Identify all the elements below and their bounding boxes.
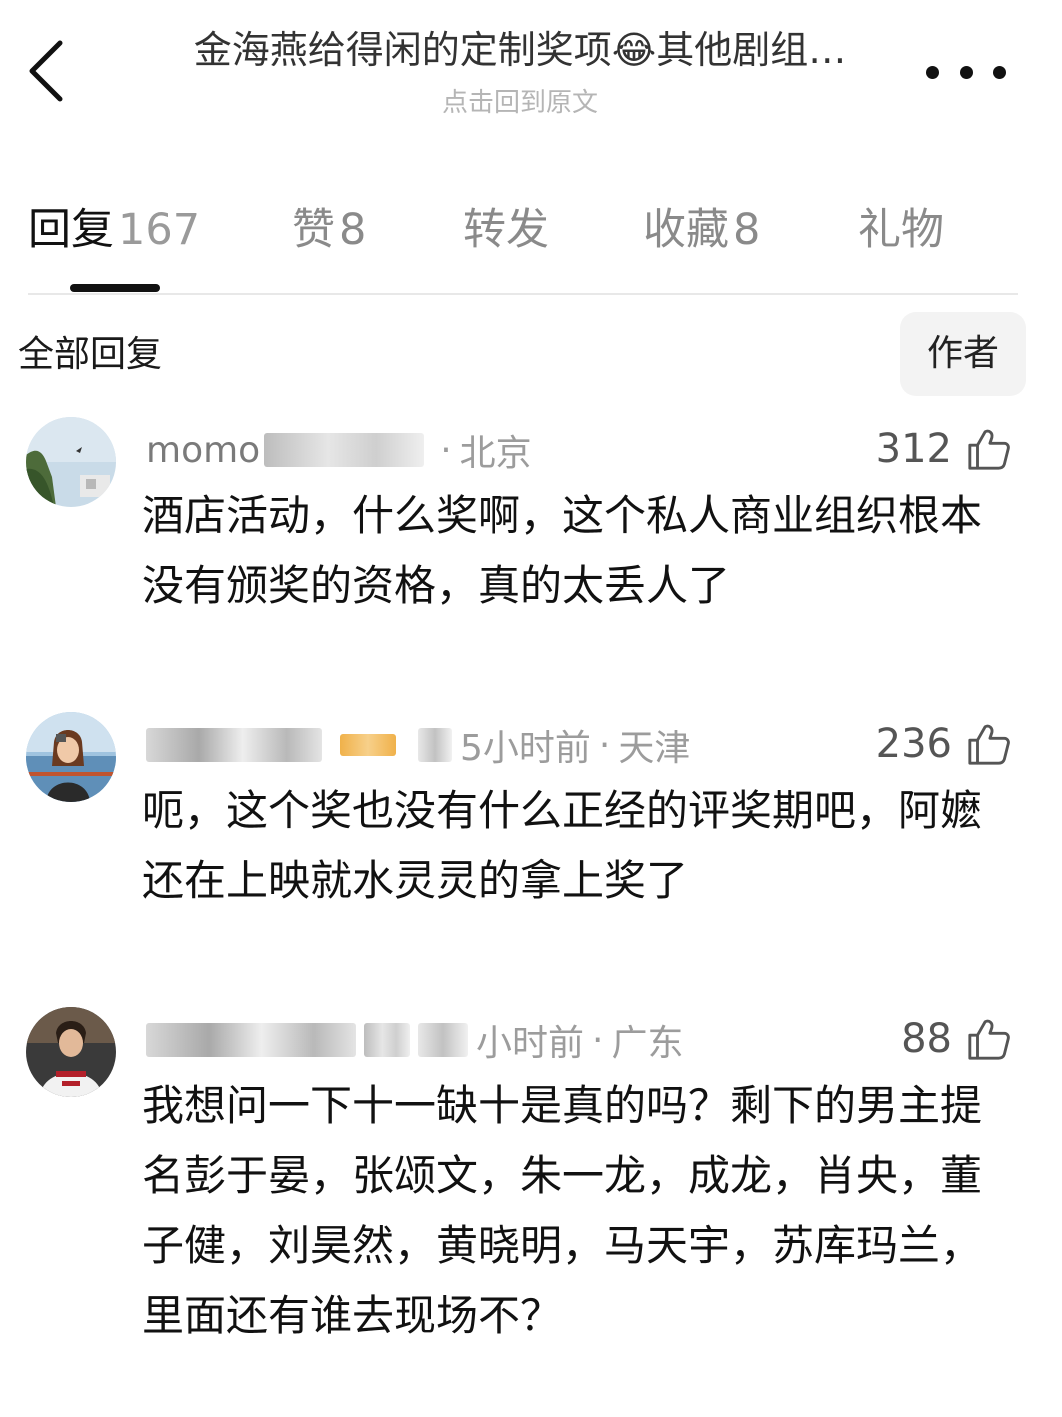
username[interactable]: momo xyxy=(146,430,260,471)
like-button[interactable]: 236 xyxy=(876,714,1012,774)
comment-location: 广东 xyxy=(611,1023,684,1064)
more-dot-icon xyxy=(959,65,973,79)
back-button[interactable] xyxy=(18,36,74,106)
thumbs-up-icon xyxy=(968,724,1010,765)
tab-favorites[interactable]: 收藏8 xyxy=(643,195,760,265)
avatar[interactable] xyxy=(26,712,116,802)
blurred-time-prefix xyxy=(418,728,452,762)
separator-dot: · xyxy=(598,724,611,766)
avatar-image xyxy=(26,1007,116,1097)
tab-label: 收藏 xyxy=(643,205,729,255)
avatar-image xyxy=(26,417,116,507)
avatar-image xyxy=(26,712,116,802)
divider xyxy=(28,293,1018,295)
comment-meta: 5小时前 · 天津 xyxy=(146,720,690,770)
thumbs-up-icon xyxy=(968,1019,1010,1060)
comment-meta: 小时前 · 广东 xyxy=(146,1015,683,1065)
active-tab-indicator xyxy=(70,284,160,292)
tab-bar: 回复167 赞8 转发 收藏8 礼物 xyxy=(0,195,1062,295)
tab-label: 礼物 xyxy=(858,205,944,255)
comment-meta: momo · 北京 xyxy=(146,425,532,475)
tab-label: 回复 xyxy=(28,205,114,255)
header-bar: 金海燕给得闲的定制奖项😂其他剧组… 点击回到原文 xyxy=(0,0,1062,140)
comment-location: 天津 xyxy=(618,728,691,769)
comment-text[interactable]: 我想问一下十一缺十是真的吗？剩下的男主提名彭于晏，张颂文，朱一龙，成龙，肖央，董… xyxy=(142,1071,1022,1351)
more-dot-icon xyxy=(993,65,1006,79)
blurred-username xyxy=(264,433,425,467)
like-count: 312 xyxy=(875,426,952,472)
all-replies-label: 全部回复 xyxy=(18,334,163,375)
more-button[interactable] xyxy=(926,52,1006,92)
comment-location: 北京 xyxy=(459,433,532,474)
tab-likes[interactable]: 赞8 xyxy=(292,195,366,265)
like-count: 236 xyxy=(875,721,952,767)
avatar[interactable] xyxy=(26,1007,116,1097)
like-button[interactable]: 312 xyxy=(876,419,1012,479)
chevron-left-icon xyxy=(29,40,63,102)
back-to-original-link[interactable]: 点击回到原文 xyxy=(110,86,930,120)
separator-dot: · xyxy=(440,429,452,471)
comment-text[interactable]: 酒店活动，什么奖啊，这个私人商业组织根本没有颁奖的资格，真的太丢人了 xyxy=(142,481,1022,621)
tab-replies[interactable]: 回复167 xyxy=(28,195,200,265)
title-area[interactable]: 金海燕给得闲的定制奖项😂其他剧组… 点击回到原文 xyxy=(110,24,930,120)
comment-time: 5小时前 xyxy=(460,728,591,769)
comment-item: momo · 北京 312 酒店活动，什么奖啊，这个私人商业组织根本没有颁奖的资… xyxy=(0,417,1062,677)
comment-item: 小时前 · 广东 88 我想问一下十一缺十是真的吗？剩下的男主提名彭于晏，张颂文… xyxy=(0,1007,1062,1387)
comment-time: 小时前 xyxy=(476,1023,585,1064)
comment-item: 5小时前 · 天津 236 呃，这个奖也没有什么正经的评奖期吧，阿嬷还在上映就水… xyxy=(0,712,1062,972)
tab-count: 8 xyxy=(733,205,761,255)
separator-dot: · xyxy=(592,1019,604,1061)
blurred-username xyxy=(146,728,322,762)
comment-text[interactable]: 呃，这个奖也没有什么正经的评奖期吧，阿嬷还在上映就水灵灵的拿上奖了 xyxy=(142,776,1022,916)
tab-reposts[interactable]: 转发 xyxy=(463,195,553,265)
blurred-username-part xyxy=(364,1023,410,1057)
tab-label: 转发 xyxy=(463,205,549,255)
user-badge xyxy=(340,734,396,756)
blurred-username xyxy=(146,1023,356,1057)
tab-count: 8 xyxy=(339,205,367,255)
author-filter-button[interactable]: 作者 xyxy=(900,312,1026,396)
like-count: 88 xyxy=(901,1016,952,1062)
like-button[interactable]: 88 xyxy=(901,1009,1012,1069)
more-dot-icon xyxy=(926,65,939,79)
tab-label: 赞 xyxy=(292,205,335,255)
post-title[interactable]: 金海燕给得闲的定制奖项😂其他剧组… xyxy=(110,24,930,76)
avatar[interactable] xyxy=(26,417,116,507)
tab-count: 167 xyxy=(118,205,201,255)
thumbs-up-icon xyxy=(968,429,1010,470)
blurred-time-prefix xyxy=(418,1023,468,1057)
tab-gifts[interactable]: 礼物 xyxy=(858,195,948,265)
